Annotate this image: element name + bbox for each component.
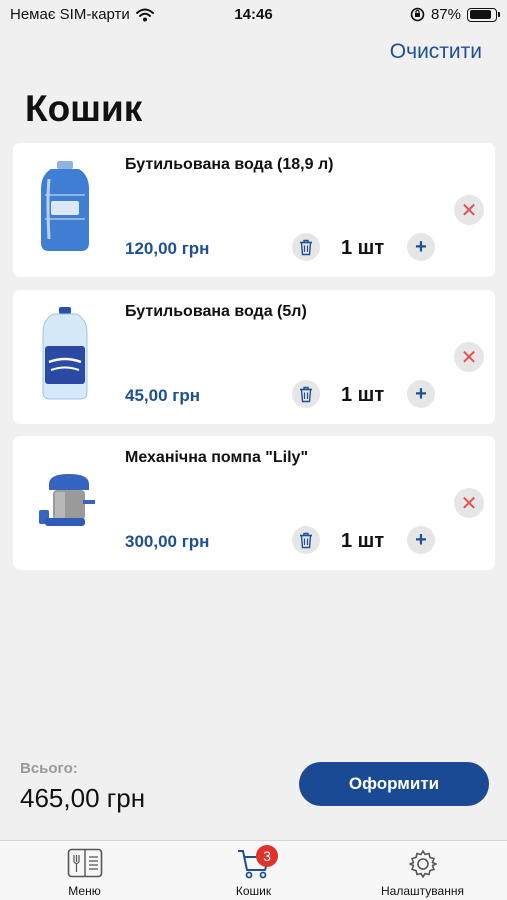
battery-percent: 87% bbox=[430, 6, 461, 23]
total-value: 465,00 грн bbox=[20, 783, 146, 813]
plus-icon: + bbox=[415, 528, 427, 551]
item-price: 120,00 грн bbox=[125, 239, 210, 258]
cart-item: Бутильована вода (18,9 л) 120,00 грн 1 ш… bbox=[13, 143, 495, 277]
item-price: 300,00 грн bbox=[125, 532, 210, 551]
increase-quantity-button[interactable]: + bbox=[407, 380, 435, 408]
item-name: Механічна помпа "Lily" bbox=[125, 449, 309, 466]
tab-settings[interactable]: Налаштування bbox=[338, 841, 507, 900]
status-left: Немає SIM-карти bbox=[10, 6, 154, 23]
wifi-icon bbox=[135, 8, 154, 21]
item-quantity: 1 шт bbox=[341, 384, 385, 406]
delete-one-button[interactable] bbox=[292, 526, 320, 554]
gear-icon bbox=[408, 850, 437, 878]
trash-icon bbox=[300, 386, 312, 402]
tab-label: Меню bbox=[68, 884, 101, 898]
plus-icon: + bbox=[415, 382, 427, 405]
remove-item-button[interactable]: ✕ bbox=[454, 342, 484, 372]
water-pump-image bbox=[39, 474, 95, 526]
item-name: Бутильована вода (5л) bbox=[125, 303, 307, 320]
cart-count-badge: 3 bbox=[256, 845, 278, 867]
item-name: Бутильована вода (18,9 л) bbox=[125, 156, 334, 173]
checkout-button[interactable]: Оформити bbox=[299, 762, 489, 806]
item-quantity: 1 шт bbox=[341, 530, 385, 552]
remove-item-button[interactable]: ✕ bbox=[454, 195, 484, 225]
item-quantity: 1 шт bbox=[341, 237, 385, 259]
cart-item: Механічна помпа "Lily" 300,00 грн 1 шт +… bbox=[13, 436, 495, 570]
trash-icon bbox=[300, 239, 312, 255]
trash-icon bbox=[300, 532, 312, 548]
tab-bar: Меню 3 Кошик Налаштування bbox=[0, 840, 507, 900]
battery-fill bbox=[469, 10, 492, 19]
plus-icon: + bbox=[415, 235, 427, 258]
cart-item: Бутильована вода (5л) 45,00 грн 1 шт + ✕ bbox=[13, 290, 495, 424]
tab-label: Налаштування bbox=[381, 884, 464, 898]
remove-item-button[interactable]: ✕ bbox=[454, 488, 484, 518]
carrier-label: Немає SIM-карти bbox=[10, 6, 130, 23]
water-bottle-5l-image bbox=[42, 307, 88, 400]
close-icon: ✕ bbox=[460, 492, 478, 515]
status-bar: Немає SIM-карти 14:46 87% bbox=[0, 0, 507, 30]
close-icon: ✕ bbox=[460, 346, 478, 369]
status-right: 87% bbox=[410, 6, 500, 23]
total-label: Всього: bbox=[20, 760, 78, 777]
clear-cart-button[interactable]: Очистити bbox=[390, 40, 482, 64]
water-bottle-19l-image bbox=[41, 161, 89, 251]
increase-quantity-button[interactable]: + bbox=[407, 526, 435, 554]
close-icon: ✕ bbox=[460, 199, 478, 222]
menu-book-icon bbox=[67, 848, 102, 878]
tab-menu[interactable]: Меню bbox=[0, 841, 169, 900]
increase-quantity-button[interactable]: + bbox=[407, 233, 435, 261]
item-price: 45,00 грн bbox=[125, 386, 200, 405]
tab-label: Кошик bbox=[235, 884, 272, 898]
delete-one-button[interactable] bbox=[292, 380, 320, 408]
page-title: Кошик bbox=[25, 88, 143, 129]
tab-cart[interactable]: 3 Кошик bbox=[169, 841, 338, 900]
battery-icon bbox=[467, 7, 500, 22]
delete-one-button[interactable] bbox=[292, 233, 320, 261]
orientation-lock-icon bbox=[410, 7, 425, 22]
